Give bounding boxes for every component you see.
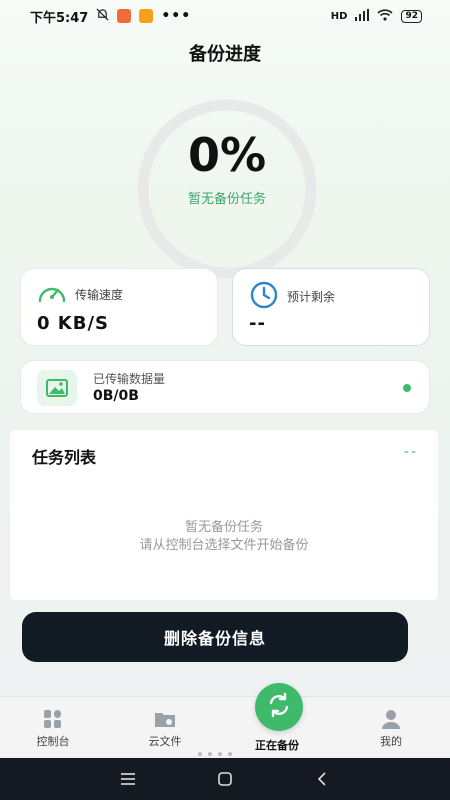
speedometer-icon <box>37 281 67 308</box>
home-icon[interactable] <box>205 764 245 794</box>
page-indicator <box>198 752 232 756</box>
sync-icon <box>266 692 292 722</box>
nav-item-mine[interactable]: 我的 <box>346 697 436 757</box>
more-notifications-icon: ••• <box>161 8 192 24</box>
dashboard-icon <box>42 709 64 729</box>
clock-icon <box>249 281 279 312</box>
speed-card: 传输速度 0 KB/S <box>20 268 218 346</box>
nav-label-backing-up: 正在备份 <box>255 739 299 752</box>
nav-item-console[interactable]: 控制台 <box>8 697 98 757</box>
page-title: 备份进度 <box>189 44 261 65</box>
nav-label-console: 控制台 <box>36 735 70 748</box>
speed-label: 传输速度 <box>75 288 124 302</box>
task-empty-hint: 请从控制台选择文件开始备份 <box>139 538 309 553</box>
network-label: HD <box>330 10 348 22</box>
remaining-value: -- <box>249 313 266 334</box>
delete-backup-button[interactable]: 删除备份信息 <box>22 612 408 662</box>
nav-label-cloud-files: 云文件 <box>148 735 182 748</box>
status-bar: 下午5:47 ••• HD 92 <box>0 0 450 32</box>
image-icon <box>37 370 77 406</box>
transferred-card: 已传输数据量 0B/0B <box>20 360 430 414</box>
sync-button[interactable] <box>255 683 303 731</box>
app-notification-icon <box>117 9 132 23</box>
task-count: -- <box>403 444 418 460</box>
status-time: 下午5:47 <box>30 10 89 26</box>
nav-item-cloud-files[interactable]: 云文件 <box>120 697 210 757</box>
progress-status: 暂无备份任务 <box>187 192 266 207</box>
back-icon[interactable] <box>302 764 342 794</box>
message-notification-icon <box>139 9 154 23</box>
progress-ring: 0% 暂无备份任务 <box>134 96 320 282</box>
signal-icon <box>355 8 370 24</box>
task-list-panel: 任务列表 -- 暂无备份任务 请从控制台选择文件开始备份 <box>10 430 438 600</box>
transferred-value: 0B/0B <box>93 388 139 404</box>
task-list-title: 任务列表 <box>32 448 97 467</box>
remaining-card: 预计剩余 -- <box>232 268 430 346</box>
mute-bell-icon <box>96 8 109 25</box>
status-dot <box>403 384 411 392</box>
user-icon <box>380 709 402 729</box>
progress-percent: 0% <box>187 128 267 182</box>
nav-label-mine: 我的 <box>380 735 402 748</box>
remaining-label: 预计剩余 <box>287 290 336 304</box>
menu-icon[interactable] <box>108 764 148 794</box>
bottom-nav: 控制台 云文件 正在备份 我的 <box>0 696 450 756</box>
speed-value: 0 KB/S <box>37 313 109 334</box>
system-nav-bar <box>0 758 450 800</box>
transferred-label: 已传输数据量 <box>93 372 166 386</box>
battery-indicator: 92 <box>401 9 422 23</box>
wifi-icon <box>377 8 394 24</box>
cloud-folder-icon <box>154 709 176 729</box>
task-empty-message: 暂无备份任务 <box>184 520 263 535</box>
